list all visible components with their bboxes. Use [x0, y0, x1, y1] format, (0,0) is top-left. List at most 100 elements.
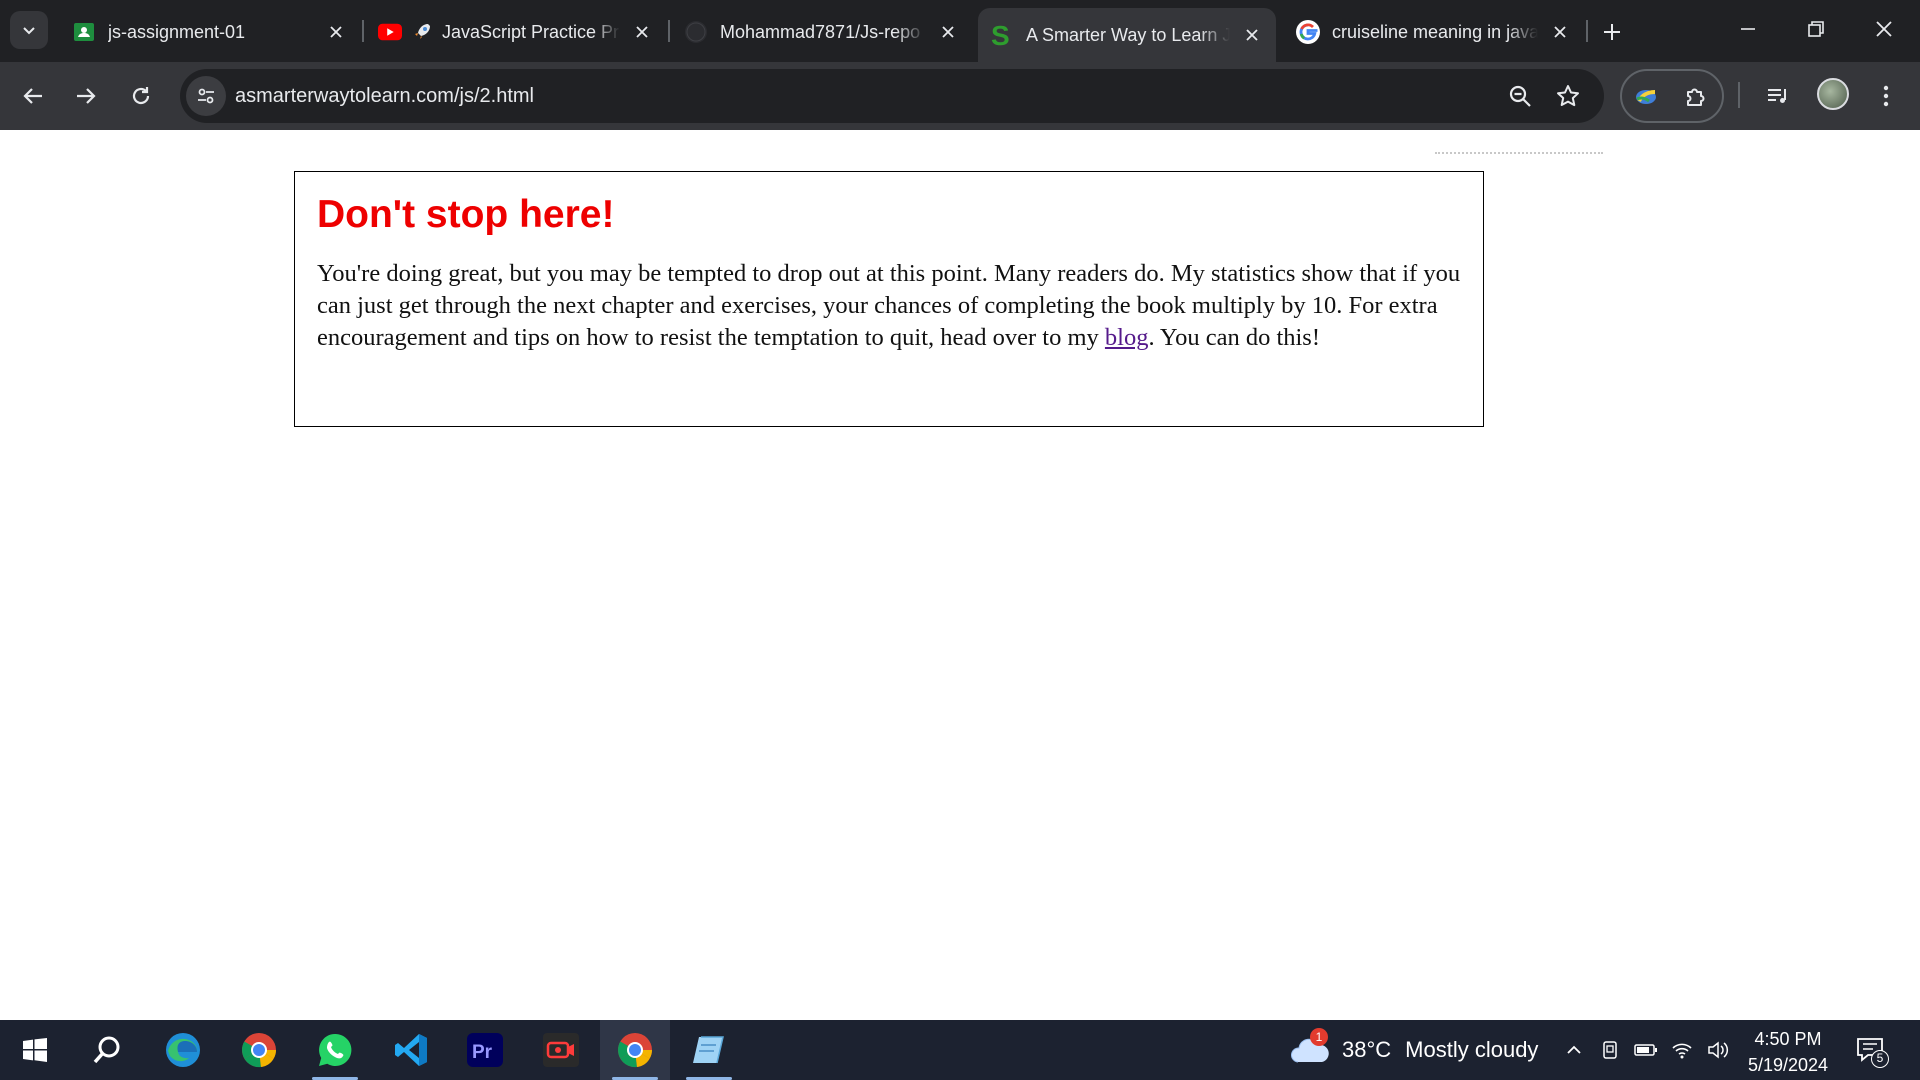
media-queue-icon — [1768, 89, 1786, 103]
battery-icon — [1634, 1044, 1657, 1056]
svg-text:Pr: Pr — [472, 1042, 493, 1063]
smarter-way-s-icon: S — [990, 22, 1014, 48]
meet-now-tray[interactable] — [1598, 1038, 1622, 1062]
show-hidden-icons-button[interactable] — [1562, 1038, 1586, 1062]
google-lens-extension-icon[interactable] — [1628, 79, 1664, 115]
temperature-text: 38°C — [1342, 1037, 1392, 1062]
minimize-icon — [1741, 28, 1755, 30]
whatsapp-icon — [319, 1033, 352, 1066]
close-icon — [1876, 21, 1892, 37]
puzzle-extensions-icon[interactable] — [1678, 79, 1714, 115]
close-window-button[interactable] — [1854, 6, 1914, 52]
notification-count-badge: 5 — [1871, 1050, 1889, 1068]
close-icon[interactable] — [1238, 21, 1266, 49]
whatsapp-app[interactable] — [300, 1020, 370, 1080]
encouragement-paragraph: You're doing great, but you may be tempt… — [317, 258, 1461, 354]
clock-time: 4:50 PM — [1754, 1029, 1822, 1049]
tab-strip: js-assignment-01 JavaScript Practice Pr … — [0, 0, 1920, 62]
edge-app[interactable] — [148, 1020, 218, 1080]
chrome-active-app[interactable] — [600, 1020, 670, 1080]
speaker-icon — [1708, 1041, 1729, 1059]
premiere-pro-app[interactable]: Pr — [450, 1020, 520, 1080]
paragraph-text-end: . You can do this! — [1148, 324, 1320, 351]
site-info-button[interactable] — [186, 76, 226, 116]
weather-condition-text: Mostly cloudy — [1405, 1037, 1539, 1062]
google-classroom-icon — [72, 20, 96, 44]
blog-link[interactable]: blog — [1105, 324, 1149, 351]
restore-button[interactable] — [1786, 6, 1846, 52]
vscode-app[interactable] — [376, 1020, 446, 1080]
new-tab-button[interactable] — [1596, 16, 1628, 48]
zoom-button[interactable] — [1502, 78, 1538, 114]
wifi-icon — [1672, 1043, 1692, 1059]
toolbar-divider — [1738, 82, 1740, 108]
tab-title: JavaScript Practice Pr — [442, 21, 620, 42]
plus-icon — [1604, 24, 1620, 40]
notepad-app[interactable] — [674, 1020, 744, 1080]
chevron-up-icon — [1567, 1045, 1581, 1054]
youtube-icon — [378, 20, 402, 44]
chrome-icon — [242, 1033, 276, 1068]
chrome-menu-button[interactable] — [1868, 78, 1904, 114]
minimize-button[interactable] — [1718, 6, 1778, 52]
camera-recorder-icon — [543, 1033, 579, 1067]
tab-smarter-way[interactable]: S A Smarter Way to Learn J — [978, 8, 1276, 62]
profile-avatar[interactable] — [1817, 78, 1849, 110]
start-button[interactable] — [0, 1020, 70, 1080]
tab-separator — [362, 20, 364, 42]
system-clock[interactable]: 4:50 PM 5/19/2024 — [1728, 1026, 1848, 1078]
tune-icon — [198, 88, 214, 104]
volume-tray[interactable] — [1706, 1038, 1730, 1062]
encouragement-box: Don't stop here! You're doing great, but… — [294, 171, 1484, 427]
search-button[interactable] — [72, 1020, 142, 1080]
edge-icon — [166, 1033, 200, 1067]
weather-widget[interactable]: 1 38°C Mostly cloudy — [1290, 1028, 1538, 1072]
arrow-left-icon — [23, 88, 42, 104]
meet-now-icon — [1603, 1041, 1617, 1059]
close-icon[interactable] — [322, 18, 350, 46]
cloud-icon: 1 — [1290, 1028, 1330, 1070]
premiere-pro-icon: Pr — [467, 1033, 503, 1067]
windows-logo-icon — [23, 1038, 47, 1062]
back-button[interactable] — [13, 76, 53, 116]
tab-youtube[interactable]: JavaScript Practice Pr — [366, 10, 666, 54]
tab-js-assignment[interactable]: js-assignment-01 — [60, 10, 360, 54]
tab-title: js-assignment-01 — [108, 21, 246, 42]
reload-button[interactable] — [121, 76, 161, 116]
forward-button[interactable] — [66, 76, 106, 116]
google-g-icon — [1296, 20, 1320, 44]
network-tray[interactable] — [1670, 1038, 1694, 1062]
battery-tray[interactable] — [1634, 1038, 1658, 1062]
tab-separator — [1586, 20, 1588, 42]
restore-icon — [1808, 21, 1824, 37]
chevron-down-icon — [23, 27, 35, 35]
reading-list-button[interactable] — [1760, 78, 1796, 114]
close-icon[interactable] — [1546, 18, 1574, 46]
screen-recorder-app[interactable] — [526, 1020, 596, 1080]
notepad-icon — [693, 1036, 724, 1064]
url-text[interactable]: asmarterwaytolearn.com/js/2.html — [235, 69, 534, 123]
close-icon[interactable] — [934, 18, 962, 46]
tab-separator — [668, 20, 670, 42]
dotted-divider — [1435, 152, 1603, 154]
search-icon — [93, 1036, 120, 1064]
more-vertical-icon — [1883, 85, 1889, 107]
tab-google-search[interactable]: cruiseline meaning in java — [1284, 10, 1584, 54]
vscode-icon — [395, 1034, 427, 1066]
tab-title: Mohammad7871/Js-repo — [720, 21, 921, 42]
bookmark-button[interactable] — [1550, 78, 1586, 114]
chrome-app[interactable] — [224, 1020, 294, 1080]
tab-github[interactable]: Mohammad7871/Js-repo — [672, 10, 972, 54]
windows-taskbar: Pr 1 38°C Mostly cloudy 4:50 PM 5/19/202… — [0, 1020, 1920, 1080]
chrome-icon — [618, 1033, 652, 1068]
tab-title: A Smarter Way to Learn J — [1026, 24, 1230, 45]
close-icon[interactable] — [628, 18, 656, 46]
rocket-icon — [410, 20, 434, 44]
tab-search-button[interactable] — [10, 11, 48, 49]
notification-center-button[interactable]: 5 — [1855, 1034, 1889, 1068]
address-bar[interactable]: asmarterwaytolearn.com/js/2.html — [180, 69, 1604, 123]
weather-alert-badge: 1 — [1310, 1028, 1328, 1046]
tab-title: cruiseline meaning in java — [1332, 21, 1538, 42]
star-icon — [1557, 85, 1579, 107]
github-icon — [684, 20, 708, 44]
